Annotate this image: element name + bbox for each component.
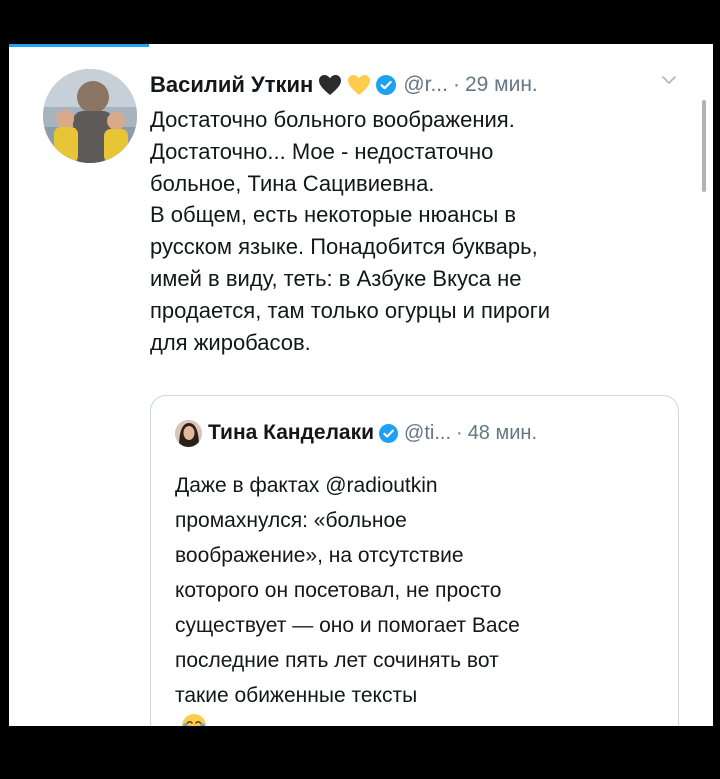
author-name[interactable]: Василий Уткин xyxy=(150,72,313,98)
tweet-text-line: больное, Тина Сацивиевна. xyxy=(150,170,435,196)
yellow-heart-icon xyxy=(347,74,371,96)
verified-badge-icon xyxy=(379,423,399,443)
quoted-text-line: воображение», на отсутствие xyxy=(175,544,464,567)
tweet-text-line: имей в виду, теть: в Азбуке Вкуса не xyxy=(150,265,522,291)
quoted-author-name: Тина Канделаки xyxy=(208,421,375,444)
face-with-tears-of-joy-icon xyxy=(181,713,665,726)
tweet-text-line: Достаточно... Мое - недостаточно xyxy=(150,138,494,164)
tweet-text-line: Достаточно больного воображения. xyxy=(150,107,515,132)
separator-dot: · xyxy=(452,73,460,96)
tweet-text: Достаточно больного воображения. Достато… xyxy=(150,104,695,358)
tweet-text-line: для жиробасов. xyxy=(150,329,311,355)
quoted-text-line: которого он посетовал, не просто xyxy=(175,579,502,602)
chevron-down-icon[interactable] xyxy=(662,76,676,85)
quoted-text-line: Даже в фактах @radioutkin xyxy=(175,474,438,497)
quoted-text-line: последние пять лет сочинять вот xyxy=(175,649,499,672)
quoted-tweet-text: Даже в фактах @radioutkin промахнулся: «… xyxy=(175,468,665,726)
author-avatar[interactable] xyxy=(43,69,137,163)
tweet-text-line: русском языке. Понадобится букварь, xyxy=(150,234,538,260)
quoted-tweet-card[interactable]: Тина Канделаки @ti... · 48 мин. Даже в ф… xyxy=(150,395,679,726)
verified-badge-icon xyxy=(376,75,397,95)
quoted-tweet-timestamp: 48 мин. xyxy=(467,421,538,444)
separator-dot: · xyxy=(456,421,463,444)
tweet-screen: Василий Уткин @r... · 29 мин. Достаточно… xyxy=(9,44,713,726)
black-heart-icon xyxy=(318,74,342,96)
quoted-author-handle: @ti... xyxy=(404,421,452,444)
scrollbar[interactable] xyxy=(702,100,706,192)
author-handle[interactable]: @r... xyxy=(403,73,448,97)
tweet-text-line: продается, там только огурцы и пироги xyxy=(150,297,551,323)
tweet-timestamp[interactable]: 29 мин. xyxy=(465,73,538,97)
quoted-text-line: промахнулся: «больное xyxy=(175,509,407,532)
quoted-tweet-header: Тина Канделаки @ti... · 48 мин. xyxy=(175,418,537,448)
quoted-text-line-last: такие обиженные тексты xyxy=(175,678,665,726)
quoted-text-line: существует — оно и помогает Васе xyxy=(175,614,520,637)
quoted-text-line: такие обиженные тексты xyxy=(175,684,418,707)
top-accent-bar xyxy=(9,44,149,47)
quoted-author-avatar xyxy=(175,419,202,447)
tweet-header: Василий Уткин @r... · 29 мин. xyxy=(150,67,538,103)
tweet-text-line: В общем, есть некоторые нюансы в xyxy=(150,202,517,228)
